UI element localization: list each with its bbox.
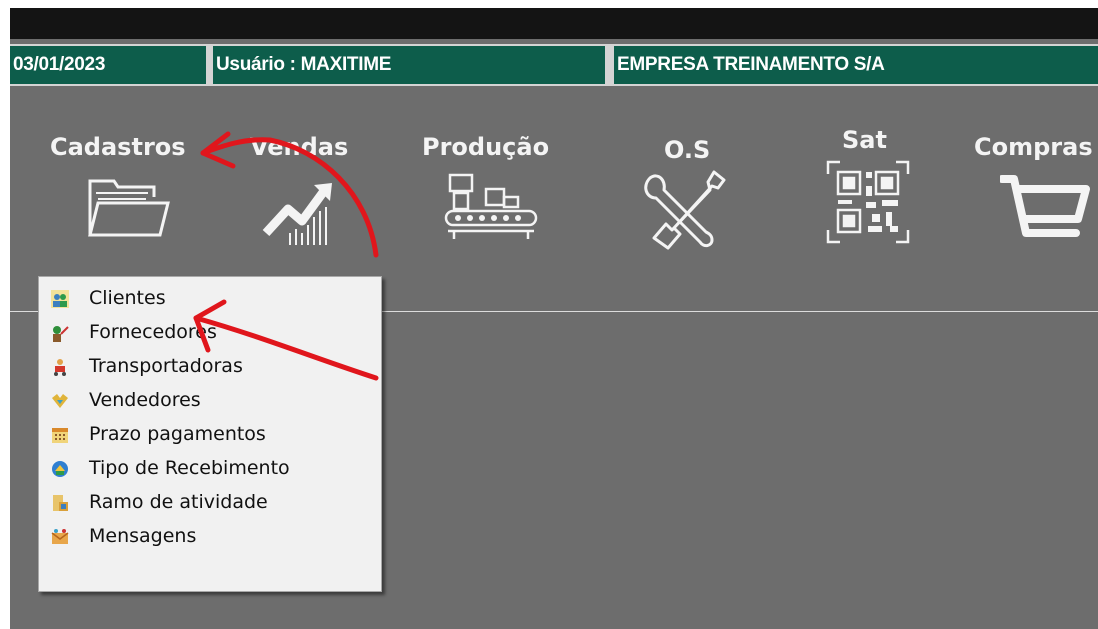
menu-item-ramo-atividade[interactable]: Ramo de atividade [39, 486, 381, 520]
messages-icon [51, 529, 69, 544]
receipt-type-icon [52, 461, 68, 477]
carriers-icon [54, 359, 66, 376]
menu-item-fornecedores[interactable]: Fornecedores [39, 316, 381, 350]
menu-item-tipo-recebimento[interactable]: Tipo de Recebimento [39, 452, 381, 486]
sellers-icon [52, 394, 68, 408]
menu-item-mensagens[interactable]: Mensagens [39, 520, 381, 554]
clients-icon [51, 290, 69, 308]
company-field: EMPRESA TREINAMENTO S/A [614, 46, 1098, 84]
app-window: 03/01/2023 Usuário : MAXITIME EMPRESA TR… [10, 8, 1098, 629]
menu-item-label: Ramo de atividade [89, 491, 268, 513]
menu-item-vendedores[interactable]: Vendedores [39, 384, 381, 418]
menu-item-label: Fornecedores [89, 321, 217, 343]
menu-item-label: Prazo pagamentos [89, 423, 266, 445]
suppliers-icon [53, 326, 69, 342]
menu-item-label: Transportadoras [89, 355, 243, 377]
qr-code-icon [826, 160, 910, 244]
status-bar: 03/01/2023 Usuário : MAXITIME EMPRESA TR… [10, 44, 1098, 86]
menu-producao-label: Produção [422, 133, 550, 161]
menu-item-clientes[interactable]: Clientes [39, 282, 381, 316]
menu-os-label: O.S [664, 136, 711, 164]
activity-icon [53, 495, 68, 511]
menu-vendas-label: Vendas [250, 133, 349, 161]
menu-item-label: Clientes [89, 287, 166, 309]
cart-icon [1000, 175, 1090, 237]
menu-compras-label: Compras [974, 133, 1093, 161]
menu-item-transportadoras[interactable]: Transportadoras [39, 350, 381, 384]
conveyor-icon [444, 173, 538, 239]
calendar-icon [52, 428, 68, 443]
menu-cadastros-label: Cadastros [50, 133, 186, 161]
folder-icon [88, 179, 170, 237]
user-field: Usuário : MAXITIME [213, 46, 605, 84]
menu-sat-label: Sat [842, 126, 887, 154]
menu-item-prazo-pagamentos[interactable]: Prazo pagamentos [39, 418, 381, 452]
date-field: 03/01/2023 [10, 46, 206, 84]
menu-item-label: Tipo de Recebimento [89, 457, 290, 479]
tools-icon [644, 170, 726, 250]
menu-item-label: Mensagens [89, 525, 197, 547]
sales-chart-icon [262, 183, 332, 245]
cadastros-dropdown: Clientes Fornecedores Transportadoras Ve… [38, 276, 382, 592]
title-bar [10, 8, 1098, 39]
menu-item-label: Vendedores [89, 389, 201, 411]
